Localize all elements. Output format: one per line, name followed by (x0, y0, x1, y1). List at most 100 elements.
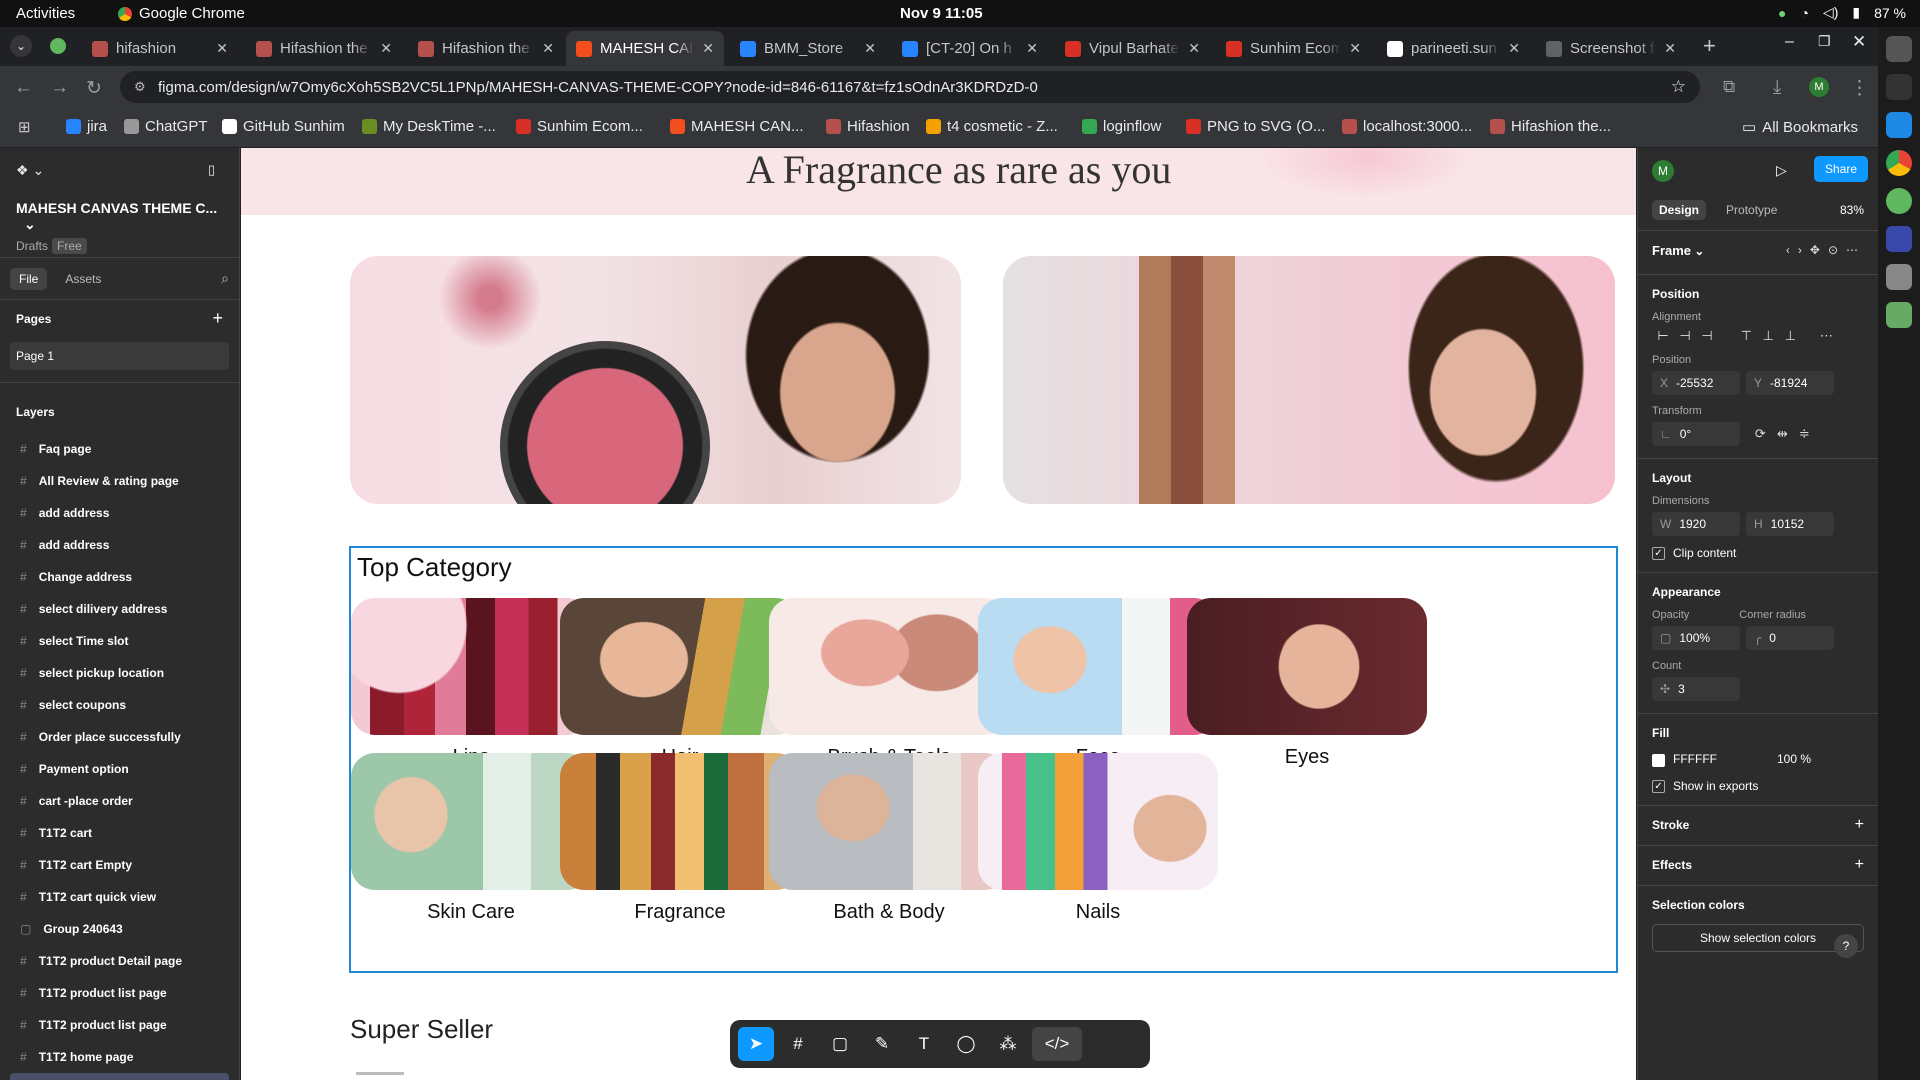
browser-tab[interactable]: MAHESH CAI ✕ (566, 31, 724, 66)
bookmark-item[interactable]: Hifashion (826, 118, 910, 135)
new-tab-button[interactable]: + (1703, 33, 1716, 59)
layer-item[interactable]: #T1T2 home page (0, 1041, 239, 1073)
layer-item[interactable]: #T1T2 home page (10, 1073, 229, 1080)
comment-tool-icon[interactable]: ◯ (948, 1027, 984, 1061)
close-tab-icon[interactable]: ✕ (1664, 40, 1676, 57)
layer-item[interactable]: # T1T2 product Detail page (0, 945, 239, 977)
user-avatar[interactable]: M (1652, 160, 1674, 182)
extensions-icon[interactable]: ⧉ (1723, 77, 1735, 97)
radius-input[interactable]: ╭ 0 (1746, 626, 1834, 651)
layer-item[interactable]: # add address (0, 497, 239, 529)
browser-tab[interactable]: Vipul Barhate ✕ (1055, 31, 1210, 66)
trash-icon[interactable] (1886, 302, 1912, 328)
more-menu-icon[interactable]: ⋮ (1850, 77, 1869, 100)
app-menu[interactable]: Google Chrome (118, 5, 245, 22)
dev-mode-icon[interactable]: </> (1032, 1027, 1082, 1061)
pen-tool-icon[interactable]: ✎ (864, 1027, 900, 1061)
bookmark-item[interactable]: jira (66, 118, 107, 135)
close-tab-icon[interactable]: ✕ (702, 40, 714, 57)
flip-vertical-icon[interactable]: ≑ (1793, 426, 1815, 442)
layer-item[interactable]: # cart -place order (0, 785, 239, 817)
clip-content-checkbox[interactable]: ✓ Clip content (1652, 546, 1864, 561)
tab-design[interactable]: Design (1652, 200, 1707, 220)
close-tab-icon[interactable]: ✕ (1349, 40, 1361, 57)
bookmark-item[interactable]: MAHESH CAN... (670, 118, 804, 135)
category-card[interactable]: Face (978, 598, 1218, 769)
terminal-icon[interactable] (1886, 74, 1912, 100)
apps-icon[interactable]: ⊞ (18, 118, 31, 136)
downloads-icon[interactable]: ⤓ (1773, 77, 1781, 99)
add-page-icon[interactable]: + (212, 308, 223, 329)
layer-item[interactable]: ▢ Group 240643 (0, 913, 239, 945)
fill-row[interactable]: FFFFFF 100 % (1652, 752, 1864, 767)
bookmark-item[interactable]: t4 cosmetic - Z... (926, 118, 1058, 135)
browser-tab[interactable]: hifashion ✕ (82, 31, 238, 66)
close-tab-icon[interactable]: ✕ (1508, 40, 1520, 57)
layer-item[interactable]: # Order place successfully (0, 721, 239, 753)
close-tab-icon[interactable]: ✕ (1026, 40, 1038, 57)
share-button[interactable]: Share (1813, 156, 1868, 182)
browser-tab[interactable]: parineeti.sun ✕ (1377, 31, 1530, 66)
bookmark-star-icon[interactable]: ☆ (1671, 77, 1686, 97)
close-tab-icon[interactable]: ✕ (542, 40, 554, 57)
height-input[interactable]: H 10152 (1746, 512, 1834, 536)
url-bar[interactable]: ⚙ figma.com/design/w7Omy6cXoh5SB2VC5L1PN… (120, 71, 1700, 103)
layer-item[interactable]: # select pickup location (0, 657, 239, 689)
whatsapp-icon[interactable] (1886, 188, 1912, 214)
vscode-icon[interactable] (1886, 112, 1912, 138)
layer-item[interactable]: # T1T2 cart quick view (0, 881, 239, 913)
frame-tool-icon[interactable]: # (780, 1027, 816, 1061)
monitor-icon[interactable] (1886, 226, 1912, 252)
rotation-input[interactable]: ∟ 0° (1652, 422, 1740, 446)
actions-tool-icon[interactable]: ⁂ (990, 1027, 1026, 1061)
lipstick-banner-image[interactable] (1003, 256, 1615, 504)
clock[interactable]: Nov 9 11:05 (900, 5, 983, 22)
bookmark-item[interactable]: PNG to SVG (O... (1186, 118, 1325, 135)
tab-list-button[interactable]: ⌄ (10, 35, 32, 57)
category-card[interactable]: Nails (978, 753, 1218, 924)
file-name[interactable]: MAHESH CANVAS THEME C... ⌄ (16, 200, 223, 233)
width-input[interactable]: W 1920 (1652, 512, 1740, 536)
page-item[interactable]: Page 1 (10, 342, 229, 370)
toggle-sidebar-icon[interactable]: ▯ (208, 162, 215, 178)
add-effect-icon[interactable]: + (1855, 856, 1864, 874)
layer-item[interactable]: # select coupons (0, 689, 239, 721)
rotate-icon[interactable]: ⟳ (1749, 426, 1771, 442)
browser-tab[interactable]: [CT-20] On h ✕ (892, 31, 1048, 66)
y-input[interactable]: Y -81924 (1746, 371, 1834, 395)
browser-tab[interactable]: Hifashion the ✕ (246, 31, 402, 66)
whatsapp-tab-icon[interactable] (50, 38, 66, 54)
url-text[interactable]: figma.com/design/w7Omy6cXoh5SB2VC5L1PNp/… (158, 79, 1038, 96)
blush-banner-image[interactable] (350, 256, 961, 504)
bookmark-item[interactable]: localhost:3000... (1342, 118, 1472, 135)
top-category-frame[interactable]: Top Category LipsHairBrush & ToolsFace Ey… (349, 546, 1618, 973)
bookmark-item[interactable]: ChatGPT (124, 118, 208, 135)
system-tray[interactable]: ● ◔ ◁) ▮ 87 % (1778, 4, 1906, 21)
x-input[interactable]: X -25532 (1652, 371, 1740, 395)
browser-tab[interactable]: BMM_Store ✕ (730, 31, 886, 66)
category-card[interactable]: Eyes (1187, 598, 1427, 769)
files-icon[interactable] (1886, 264, 1912, 290)
layer-item[interactable]: # Faq page (0, 433, 239, 465)
bookmark-item[interactable]: Sunhim Ecom... (516, 118, 643, 135)
close-tab-icon[interactable]: ✕ (216, 40, 228, 57)
close-tab-icon[interactable]: ✕ (380, 40, 392, 57)
layer-item[interactable]: # All Review & rating page (0, 465, 239, 497)
layer-item[interactable]: # Payment option (0, 753, 239, 785)
close-window-button[interactable]: ✕ (1852, 32, 1866, 52)
play-icon[interactable]: ▷ (1776, 162, 1787, 179)
browser-tab[interactable]: Hifashion the ✕ (408, 31, 564, 66)
show-selection-colors-button[interactable]: Show selection colors (1652, 923, 1864, 952)
category-card[interactable]: Fragrance (560, 753, 800, 924)
category-card[interactable]: Bath & Body (769, 753, 1009, 924)
add-stroke-icon[interactable]: + (1855, 816, 1864, 834)
chrome-dock-icon[interactable] (1886, 150, 1912, 176)
alignment-controls[interactable]: ⊢ ⊣ ⊣ ⊤ ⊥ ⊥ ⋯ (1652, 328, 1864, 344)
opacity-input[interactable]: ▢ 100% (1652, 626, 1740, 651)
activities-button[interactable]: Activities (16, 5, 75, 22)
bookmark-item[interactable]: loginflow (1082, 118, 1161, 135)
all-bookmarks-button[interactable]: ▭ All Bookmarks (1742, 118, 1858, 137)
help-button[interactable]: ? (1834, 933, 1858, 958)
layer-item[interactable]: # select Time slot (0, 625, 239, 657)
layer-item[interactable]: # T1T2 product list page (0, 1009, 239, 1041)
